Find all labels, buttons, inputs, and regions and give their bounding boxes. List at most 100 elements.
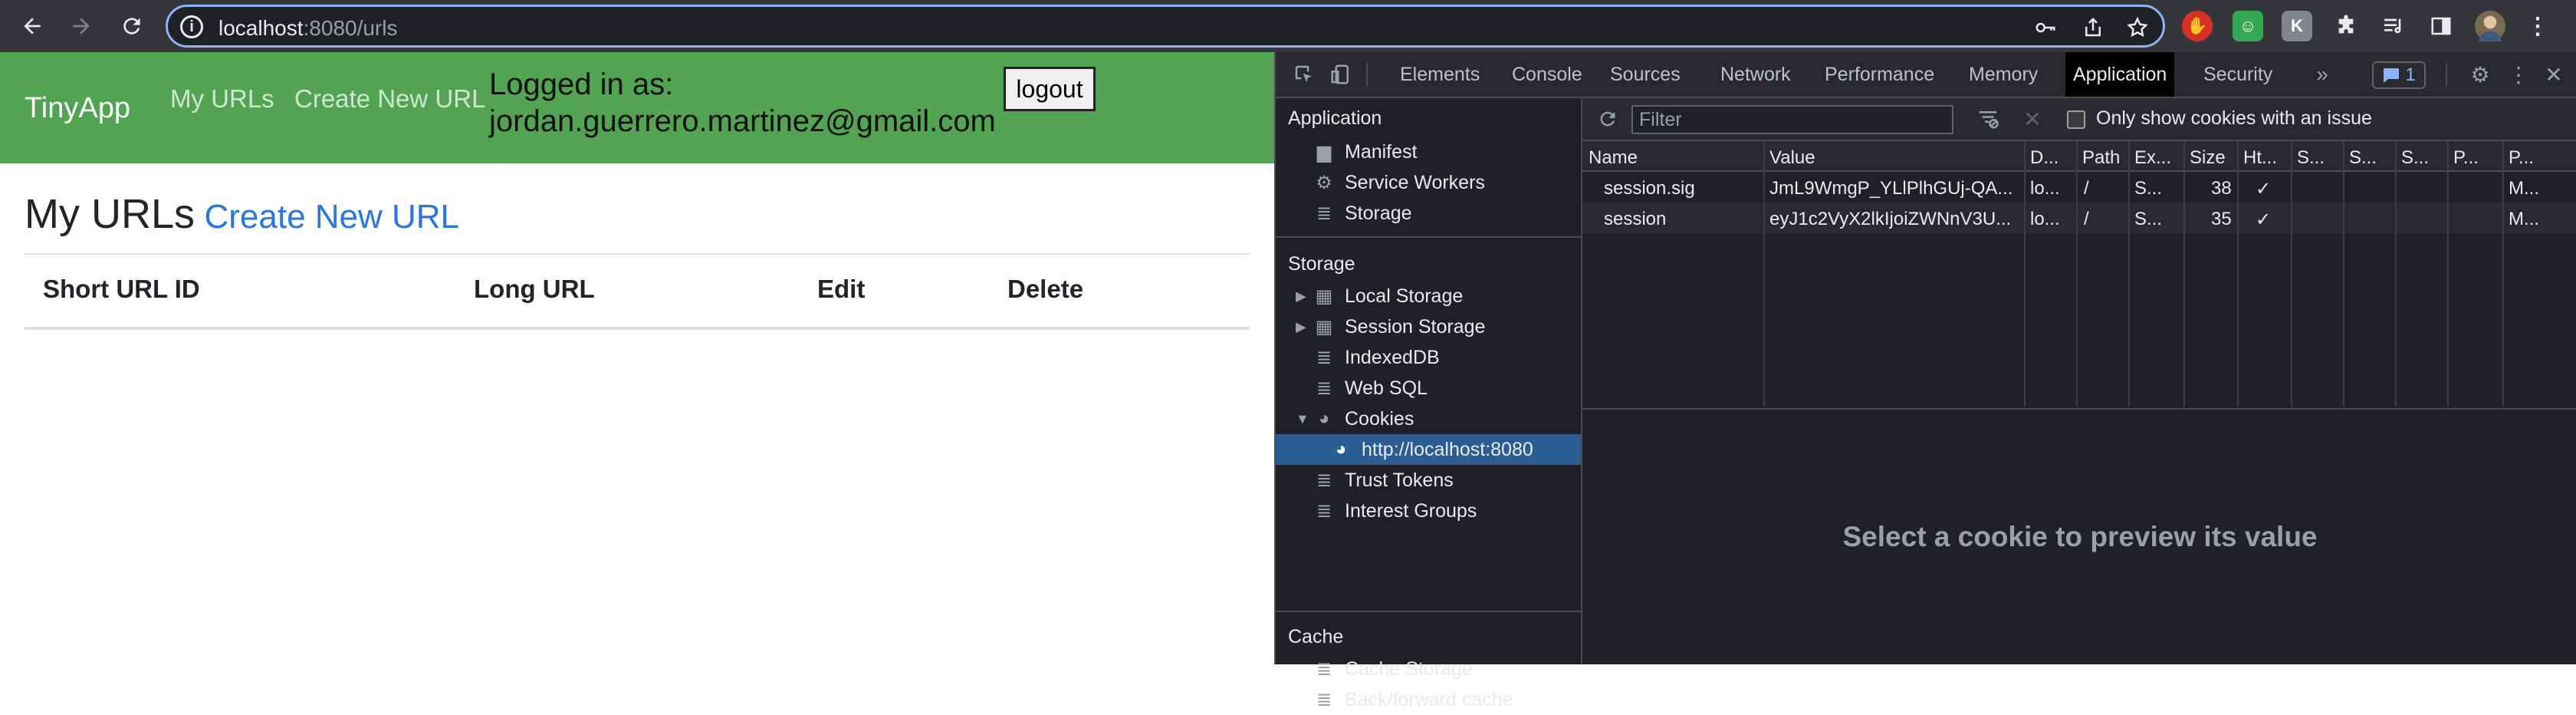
- col-samesite[interactable]: S...: [2349, 147, 2387, 169]
- more-tabs-chevron-icon[interactable]: »: [2309, 61, 2335, 87]
- col-name[interactable]: Name: [1589, 147, 1757, 169]
- media-queue-icon[interactable]: [2378, 11, 2409, 41]
- cell-value: eyJ1c2VyX2lkIjoiZWNnV3U...: [1769, 209, 2012, 229]
- share-icon[interactable]: [2080, 15, 2106, 41]
- reload-button[interactable]: [115, 9, 149, 43]
- create-new-url-link[interactable]: Create New URL: [204, 198, 459, 236]
- database-icon: ≣: [1316, 658, 1332, 680]
- clear-filtered-cookies-icon[interactable]: [1975, 106, 2001, 132]
- sidebar-item-cookies[interactable]: ▼ ◕ Cookies: [1276, 404, 1581, 434]
- extensions-puzzle-icon[interactable]: [2331, 11, 2361, 41]
- sidebar-item-local-storage[interactable]: ▶ ▦ Local Storage: [1276, 281, 1581, 311]
- sidebar-item-trust-tokens[interactable]: ≣ Trust Tokens: [1276, 465, 1581, 496]
- database-icon: ≣: [1316, 203, 1332, 224]
- tab-console[interactable]: Console: [1512, 52, 1582, 97]
- browser-toolbar: i localhost:8080/urls ✋ ☺ K ⋮: [0, 0, 2576, 52]
- refresh-icon[interactable]: [1595, 106, 1621, 132]
- sidebar-item-session-storage[interactable]: ▶ ▦ Session Storage: [1276, 311, 1581, 342]
- tab-application[interactable]: Application: [2065, 52, 2175, 97]
- cookies-table-header: Name Value D... Path Ex... Size Ht... S.…: [1582, 141, 2576, 172]
- brand-logo-text[interactable]: TinyApp: [25, 92, 130, 125]
- col-expires[interactable]: Ex...: [2134, 147, 2173, 169]
- sidebar-item-indexeddb[interactable]: ≣ IndexedDB: [1276, 342, 1581, 373]
- sidebar-item-storage[interactable]: ≣ Storage: [1276, 198, 1581, 229]
- sidebar-item-manifest[interactable]: ▆ Manifest: [1276, 137, 1581, 167]
- extension-grey-icon[interactable]: K: [2282, 11, 2312, 41]
- column-divider: [2076, 141, 2078, 407]
- col-path[interactable]: Path: [2082, 147, 2122, 169]
- tab-network[interactable]: Network: [1720, 52, 1791, 97]
- site-info-icon[interactable]: i: [180, 15, 203, 38]
- col-sameparty[interactable]: S...: [2401, 147, 2440, 169]
- cookie-filter-input[interactable]: Filter: [1631, 105, 1953, 134]
- browser-menu-icon[interactable]: ⋮: [2526, 11, 2549, 41]
- sidebar-item-web-sql[interactable]: ≣ Web SQL: [1276, 373, 1581, 404]
- sidebar-item-cache-storage[interactable]: ≣ Cache Storage: [1276, 654, 1581, 684]
- file-icon: ▆: [1316, 141, 1332, 163]
- col-partition-key[interactable]: P...: [2453, 147, 2492, 169]
- col-httponly[interactable]: Ht...: [2243, 147, 2282, 169]
- cell-name: session: [1604, 209, 1667, 229]
- bookmark-star-icon[interactable]: [2124, 15, 2150, 41]
- inspect-element-icon[interactable]: [1291, 61, 1317, 87]
- col-value[interactable]: Value: [1769, 147, 2015, 169]
- col-domain[interactable]: D...: [2030, 147, 2064, 169]
- tab-sources[interactable]: Sources: [1610, 52, 1681, 97]
- database-icon: ≣: [1316, 689, 1332, 710]
- logged-in-info: Logged in as: jordan.guerrero.martinez@g…: [489, 66, 996, 140]
- sidebar-divider: [1276, 236, 1581, 238]
- device-toolbar-icon[interactable]: [1328, 61, 1354, 87]
- reload-icon: [123, 18, 140, 35]
- nav-create-new-url-link[interactable]: Create New URL: [294, 84, 485, 114]
- cell-priority: M...: [2509, 209, 2539, 229]
- gear-icon: ⚙: [1316, 172, 1332, 193]
- cookie-icon: ◕: [1318, 408, 1330, 429]
- sidebar-divider-2: [1276, 611, 1581, 612]
- col-size[interactable]: Size: [2190, 147, 2226, 169]
- tab-elements[interactable]: Elements: [1400, 52, 1480, 97]
- expand-arrow-icon[interactable]: ▶: [1296, 319, 1313, 335]
- col-priority[interactable]: P...: [2509, 147, 2547, 169]
- column-divider: [2291, 141, 2292, 407]
- logout-button[interactable]: logout: [1004, 67, 1096, 111]
- sidebar-item-service-workers[interactable]: ⚙ Service Workers: [1276, 167, 1581, 198]
- forward-arrow-icon: [73, 18, 90, 35]
- database-icon: ≣: [1316, 470, 1332, 491]
- table-grid-icon: ▦: [1315, 316, 1333, 338]
- sidebar-item-interest-groups[interactable]: ≣ Interest Groups: [1276, 496, 1581, 526]
- forward-button[interactable]: [64, 9, 98, 43]
- tab-security[interactable]: Security: [2203, 52, 2272, 97]
- expand-arrow-icon[interactable]: ▶: [1296, 288, 1313, 305]
- column-divider: [2502, 141, 2504, 407]
- cookie-icon: ◕: [1335, 439, 1347, 460]
- extension-red-icon[interactable]: ✋: [2182, 11, 2213, 41]
- col-secure[interactable]: S...: [2297, 147, 2335, 169]
- extension-green-icon[interactable]: ☺: [2233, 11, 2263, 41]
- sidebar-item-cookie-origin[interactable]: ◕ http://localhost:8080: [1276, 434, 1581, 465]
- devtools-menu-icon[interactable]: ⋮: [2505, 61, 2532, 87]
- address-bar[interactable]: i localhost:8080/urls: [166, 5, 2165, 48]
- issues-counter-button[interactable]: 1: [2372, 61, 2426, 89]
- settings-gear-icon[interactable]: ⚙: [2467, 61, 2493, 87]
- table-row[interactable]: session.sig JmL9WmgP_YLlPlhGUj-QA... lo.…: [1582, 172, 2576, 203]
- collapse-arrow-icon[interactable]: ▼: [1296, 411, 1313, 427]
- back-button[interactable]: [15, 9, 49, 43]
- sidebar-item-back-forward-cache[interactable]: ≣ Back/forward cache: [1276, 684, 1581, 715]
- only-issues-checkbox[interactable]: [2067, 110, 2085, 129]
- key-icon[interactable]: [2032, 15, 2058, 41]
- side-panel-icon[interactable]: [2426, 11, 2456, 41]
- column-divider: [2128, 141, 2130, 407]
- close-devtools-icon[interactable]: ✕: [2541, 61, 2567, 87]
- logged-in-email: jordan.guerrero.martinez@gmail.com: [489, 104, 996, 138]
- logged-in-label: Logged in as:: [489, 68, 674, 101]
- table-row[interactable]: session eyJ1c2VyX2lkIjoiZWNnV3U... lo...…: [1582, 203, 2576, 233]
- database-icon: ≣: [1316, 500, 1332, 522]
- tab-performance[interactable]: Performance: [1825, 52, 1934, 97]
- url-text[interactable]: localhost:8080/urls: [219, 16, 397, 41]
- profile-avatar[interactable]: [2475, 11, 2505, 41]
- tab-memory[interactable]: Memory: [1969, 52, 2038, 97]
- nav-my-urls-link[interactable]: My URLs: [170, 84, 274, 114]
- cell-domain: lo...: [2030, 209, 2060, 229]
- clear-all-icon[interactable]: ✕: [2019, 106, 2045, 132]
- issues-chat-icon: [2384, 68, 2400, 83]
